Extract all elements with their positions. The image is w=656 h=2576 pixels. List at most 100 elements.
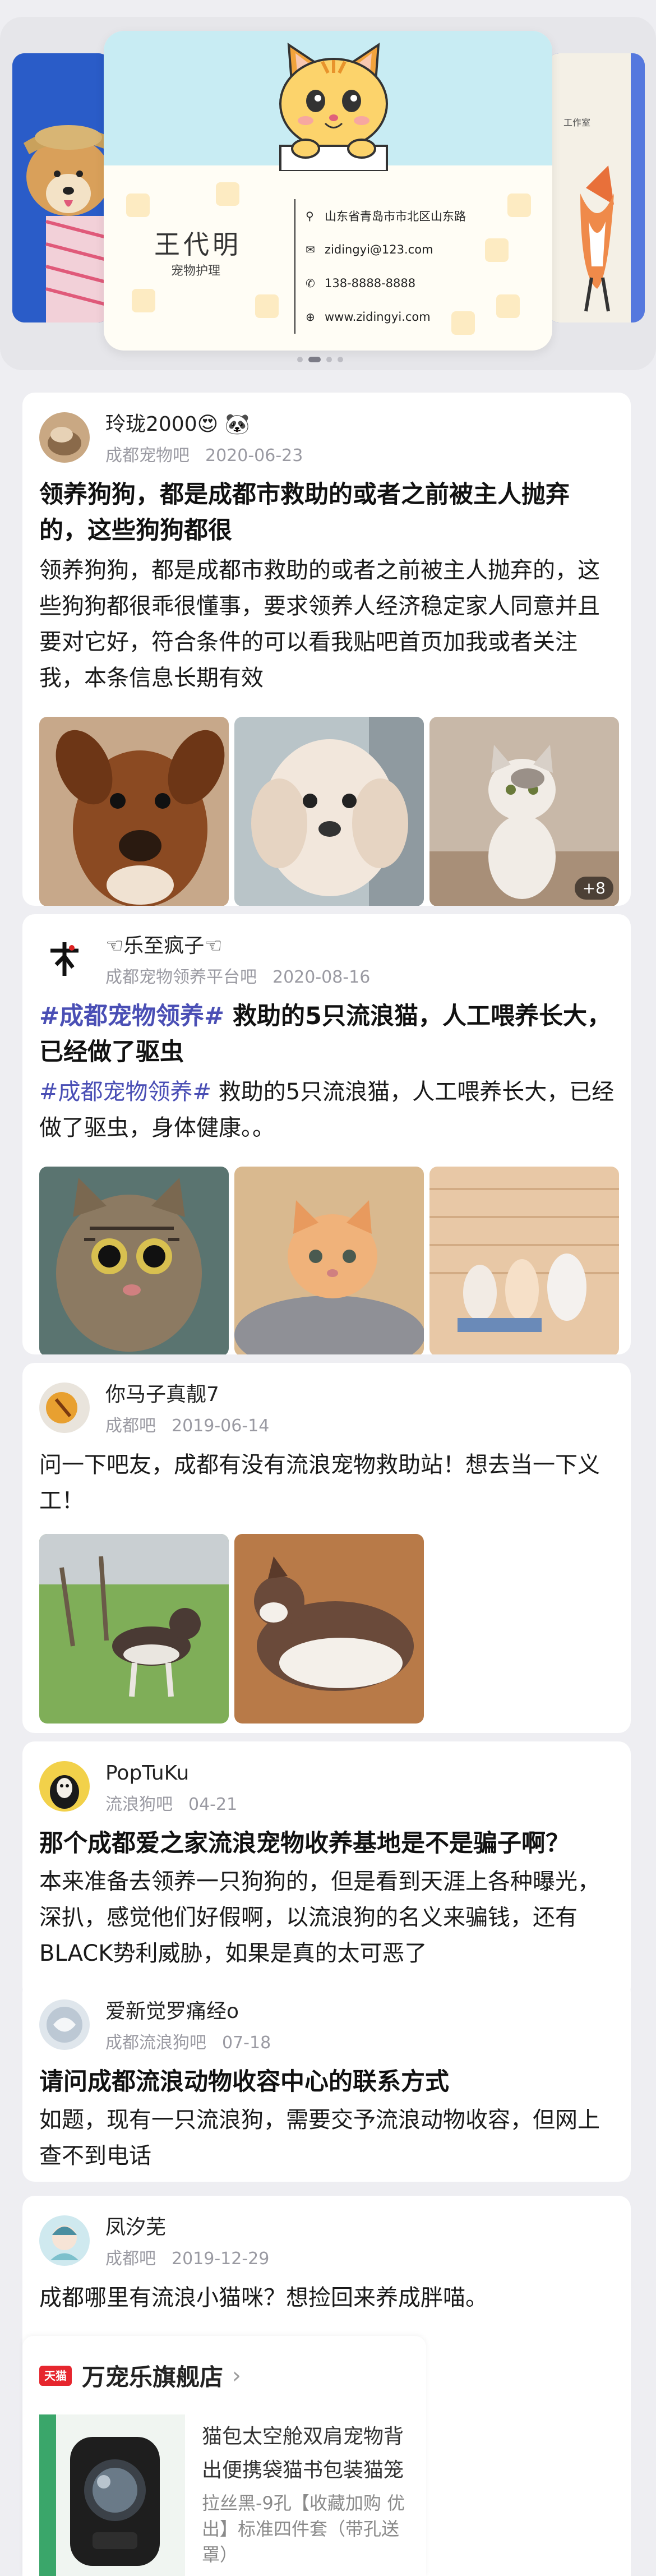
chevron-right-icon[interactable]: ›	[232, 2363, 241, 2389]
post-body[interactable]: 成都哪里有流浪小猫咪？想捡回来养成胖喵。	[39, 2280, 617, 2316]
fox-illustration-image	[547, 53, 645, 322]
post-header: 玲珑2000😍 🐼 成都宠物吧 2020-06-23	[39, 412, 303, 466]
carousel-pager[interactable]	[297, 357, 343, 362]
shop-header[interactable]: 天猫 万宠乐旗舰店 ›	[39, 2358, 241, 2393]
post-body[interactable]: #成都宠物领养# 救助的5只流浪猫，人工喂养长大，已经做了驱虫，身体健康。。	[39, 1074, 617, 1146]
contact-website: www.zidingyi.com	[325, 310, 431, 324]
pager-dot-active[interactable]	[308, 357, 321, 362]
more-images-badge[interactable]: +8	[574, 877, 613, 900]
post-date: 2020-08-16	[272, 967, 371, 987]
dog-photo-image	[12, 53, 110, 322]
post-card[interactable]: 玲珑2000😍 🐼 成都宠物吧 2020-06-23 领养狗狗，都是成都市救助的或…	[22, 393, 631, 906]
contact-address: 山东省青岛市市北区山东路	[325, 210, 466, 223]
post-body[interactable]: 如题，现有一只流浪狗，需要交予流浪动物收容，但网上查不到电话	[39, 2102, 617, 2174]
avatar[interactable]	[39, 934, 90, 984]
avatar[interactable]	[39, 2215, 90, 2266]
forum-name[interactable]: 成都宠物吧	[105, 446, 190, 466]
post-date: 2020-06-23	[205, 446, 303, 466]
post-image-poodle[interactable]	[234, 717, 424, 906]
post-image-three-kittens[interactable]	[429, 1167, 619, 1354]
business-card[interactable]: 王代明 宠物护理 ⚲ 山东省青岛市市北区山东路 ✉ zidingyi@123.c…	[104, 31, 552, 351]
post-date: 2019-06-14	[172, 1416, 270, 1436]
shop-name[interactable]: 万宠乐旗舰店	[82, 2358, 223, 2393]
post-header: 爱新觉罗痛经o 成都流浪狗吧 07-18	[39, 1999, 271, 2053]
contact-email: zidingyi@123.com	[325, 243, 433, 256]
forum-name[interactable]: 流浪狗吧	[105, 1795, 173, 1814]
post-image-grid	[39, 1534, 424, 1724]
product-title[interactable]: 猫包太空舱双肩宠物背出便携袋猫书包装猫笼	[202, 2420, 421, 2487]
banner-carousel[interactable]: 工作室 王代明 宠物护理 ⚲ 山东省青岛市市北区山东路 ✉ zidingyi@1…	[0, 0, 656, 393]
post-card[interactable]: ☜乐至疯子☜ 成都宠物领养平台吧 2020-08-16 #成都宠物领养# 救助的5…	[22, 914, 631, 1354]
banner-next-card[interactable]: 工作室	[547, 53, 645, 322]
post-image-husky-lying[interactable]	[234, 1534, 424, 1724]
post-body-hashtag[interactable]: #成都宠物领养#	[39, 1079, 211, 1105]
username[interactable]: ☜乐至疯子☜	[105, 934, 370, 958]
post-title[interactable]: 请问成都流浪动物收容中心的联系方式	[39, 2064, 617, 2100]
post-body[interactable]: 领养狗狗，都是成都市救助的或者之前被主人抛弃的，这些狗狗都很乖很懂事，要求领养人…	[39, 552, 617, 696]
post-header: PopTuKu 流浪狗吧 04-21	[39, 1761, 237, 1815]
forum-name[interactable]: 成都吧	[105, 1416, 156, 1436]
banner-prev-card[interactable]	[12, 53, 110, 322]
post-header: 你马子真靓7 成都吧 2019-06-14	[39, 1383, 269, 1436]
post-image-grid	[39, 1167, 619, 1354]
post-image-husky-on-grass[interactable]	[39, 1534, 229, 1724]
decor-square	[132, 289, 155, 312]
studio-label: 工作室	[563, 117, 591, 128]
product-image[interactable]	[39, 2414, 185, 2576]
forum-name[interactable]: 成都宠物领养平台吧	[105, 967, 257, 987]
post-body[interactable]: 本来准备去领养一只狗狗的，但是看到天涯上各种曝光，深扒，感觉他们好假啊，以流浪狗…	[39, 1864, 617, 1971]
forum-name[interactable]: 成都吧	[105, 2249, 156, 2269]
pager-dot[interactable]	[338, 357, 343, 362]
product-subtitle: 拉丝黑-9孔【收藏加购 优出】标准四件套（带孔送罩）	[202, 2492, 405, 2565]
contact-row-address: ⚲ 山东省青岛市市北区山东路	[306, 199, 466, 233]
decor-square	[216, 182, 239, 206]
location-pin-icon: ⚲	[306, 209, 314, 223]
decor-square	[255, 294, 279, 318]
post-image-puppy[interactable]	[39, 717, 229, 906]
post-title[interactable]: #成都宠物领养# 救助的5只流浪猫，人工喂养长大，已经做了驱虫	[39, 998, 617, 1070]
contact-row-phone: ✆ 138-8888-8888	[306, 266, 466, 300]
post-image-grid: +8	[39, 717, 619, 906]
post-title-hashtag[interactable]: #成都宠物领养#	[39, 1002, 224, 1030]
username[interactable]: 凤汐芜	[105, 2215, 269, 2240]
pager-dot[interactable]	[297, 357, 303, 362]
pager-dot[interactable]	[326, 357, 332, 362]
username[interactable]: 玲珑2000😍 🐼	[105, 412, 303, 437]
post-date: 2019-12-29	[172, 2249, 270, 2269]
avatar[interactable]	[39, 1761, 90, 1812]
post-title[interactable]: 领养狗狗，都是成都市救助的或者之前被主人抛弃的，这些狗狗都很	[39, 477, 617, 549]
tmall-badge: 天猫	[39, 2365, 72, 2386]
mail-icon: ✉	[306, 243, 315, 256]
cat-mascot-icon	[279, 43, 388, 171]
post-body[interactable]: 问一下吧友，成都有没有流浪宠物救助站！想去当一下义工！	[39, 1447, 617, 1519]
decor-square	[126, 193, 150, 217]
globe-icon: ⊕	[306, 310, 315, 324]
phone-icon: ✆	[306, 277, 315, 290]
username[interactable]: PopTuKu	[105, 1761, 237, 1786]
post-image-tabby-cat[interactable]	[39, 1167, 229, 1354]
card-divider	[294, 199, 295, 334]
avatar[interactable]	[39, 1999, 90, 2050]
contact-row-email: ✉ zidingyi@123.com	[306, 233, 466, 266]
avatar[interactable]	[39, 1383, 90, 1433]
username[interactable]: 你马子真靓7	[105, 1383, 269, 1407]
decor-square	[496, 294, 520, 318]
card-contact-info: ⚲ 山东省青岛市市北区山东路 ✉ zidingyi@123.com ✆ 138-…	[306, 199, 466, 334]
post-header: ☜乐至疯子☜ 成都宠物领养平台吧 2020-08-16	[39, 934, 370, 988]
card-person-name: 王代明	[154, 229, 242, 260]
contact-phone: 138-8888-8888	[325, 277, 416, 290]
post-title[interactable]: 那个成都爱之家流浪宠物收养基地是不是骗子啊？	[39, 1826, 617, 1861]
decor-square	[507, 193, 531, 217]
post-card[interactable]: 你马子真靓7 成都吧 2019-06-14 问一下吧友，成都有没有流浪宠物救助站！…	[22, 1363, 631, 1733]
post-card[interactable]: 爱新觉罗痛经o 成都流浪狗吧 07-18 请问成都流浪动物收容中心的联系方式 如题…	[22, 1980, 631, 2182]
decor-square	[485, 238, 509, 262]
username[interactable]: 爱新觉罗痛经o	[105, 1999, 271, 2024]
post-image-kitten[interactable]: +8	[429, 717, 619, 906]
post-image-orange-kitten[interactable]	[234, 1167, 424, 1354]
shop-ad-card[interactable]: 天猫 万宠乐旗舰店 › 猫包太空舱双肩宠物背出便携袋猫书包装猫笼 拉丝黑-9孔【…	[22, 2336, 426, 2576]
post-date: 07-18	[222, 2033, 271, 2053]
forum-name[interactable]: 成都流浪狗吧	[105, 2033, 206, 2053]
avatar[interactable]	[39, 412, 90, 463]
contact-row-website: ⊕ www.zidingyi.com	[306, 300, 466, 334]
post-card[interactable]: PopTuKu 流浪狗吧 04-21 那个成都爱之家流浪宠物收养基地是不是骗子啊？…	[22, 1741, 631, 1999]
